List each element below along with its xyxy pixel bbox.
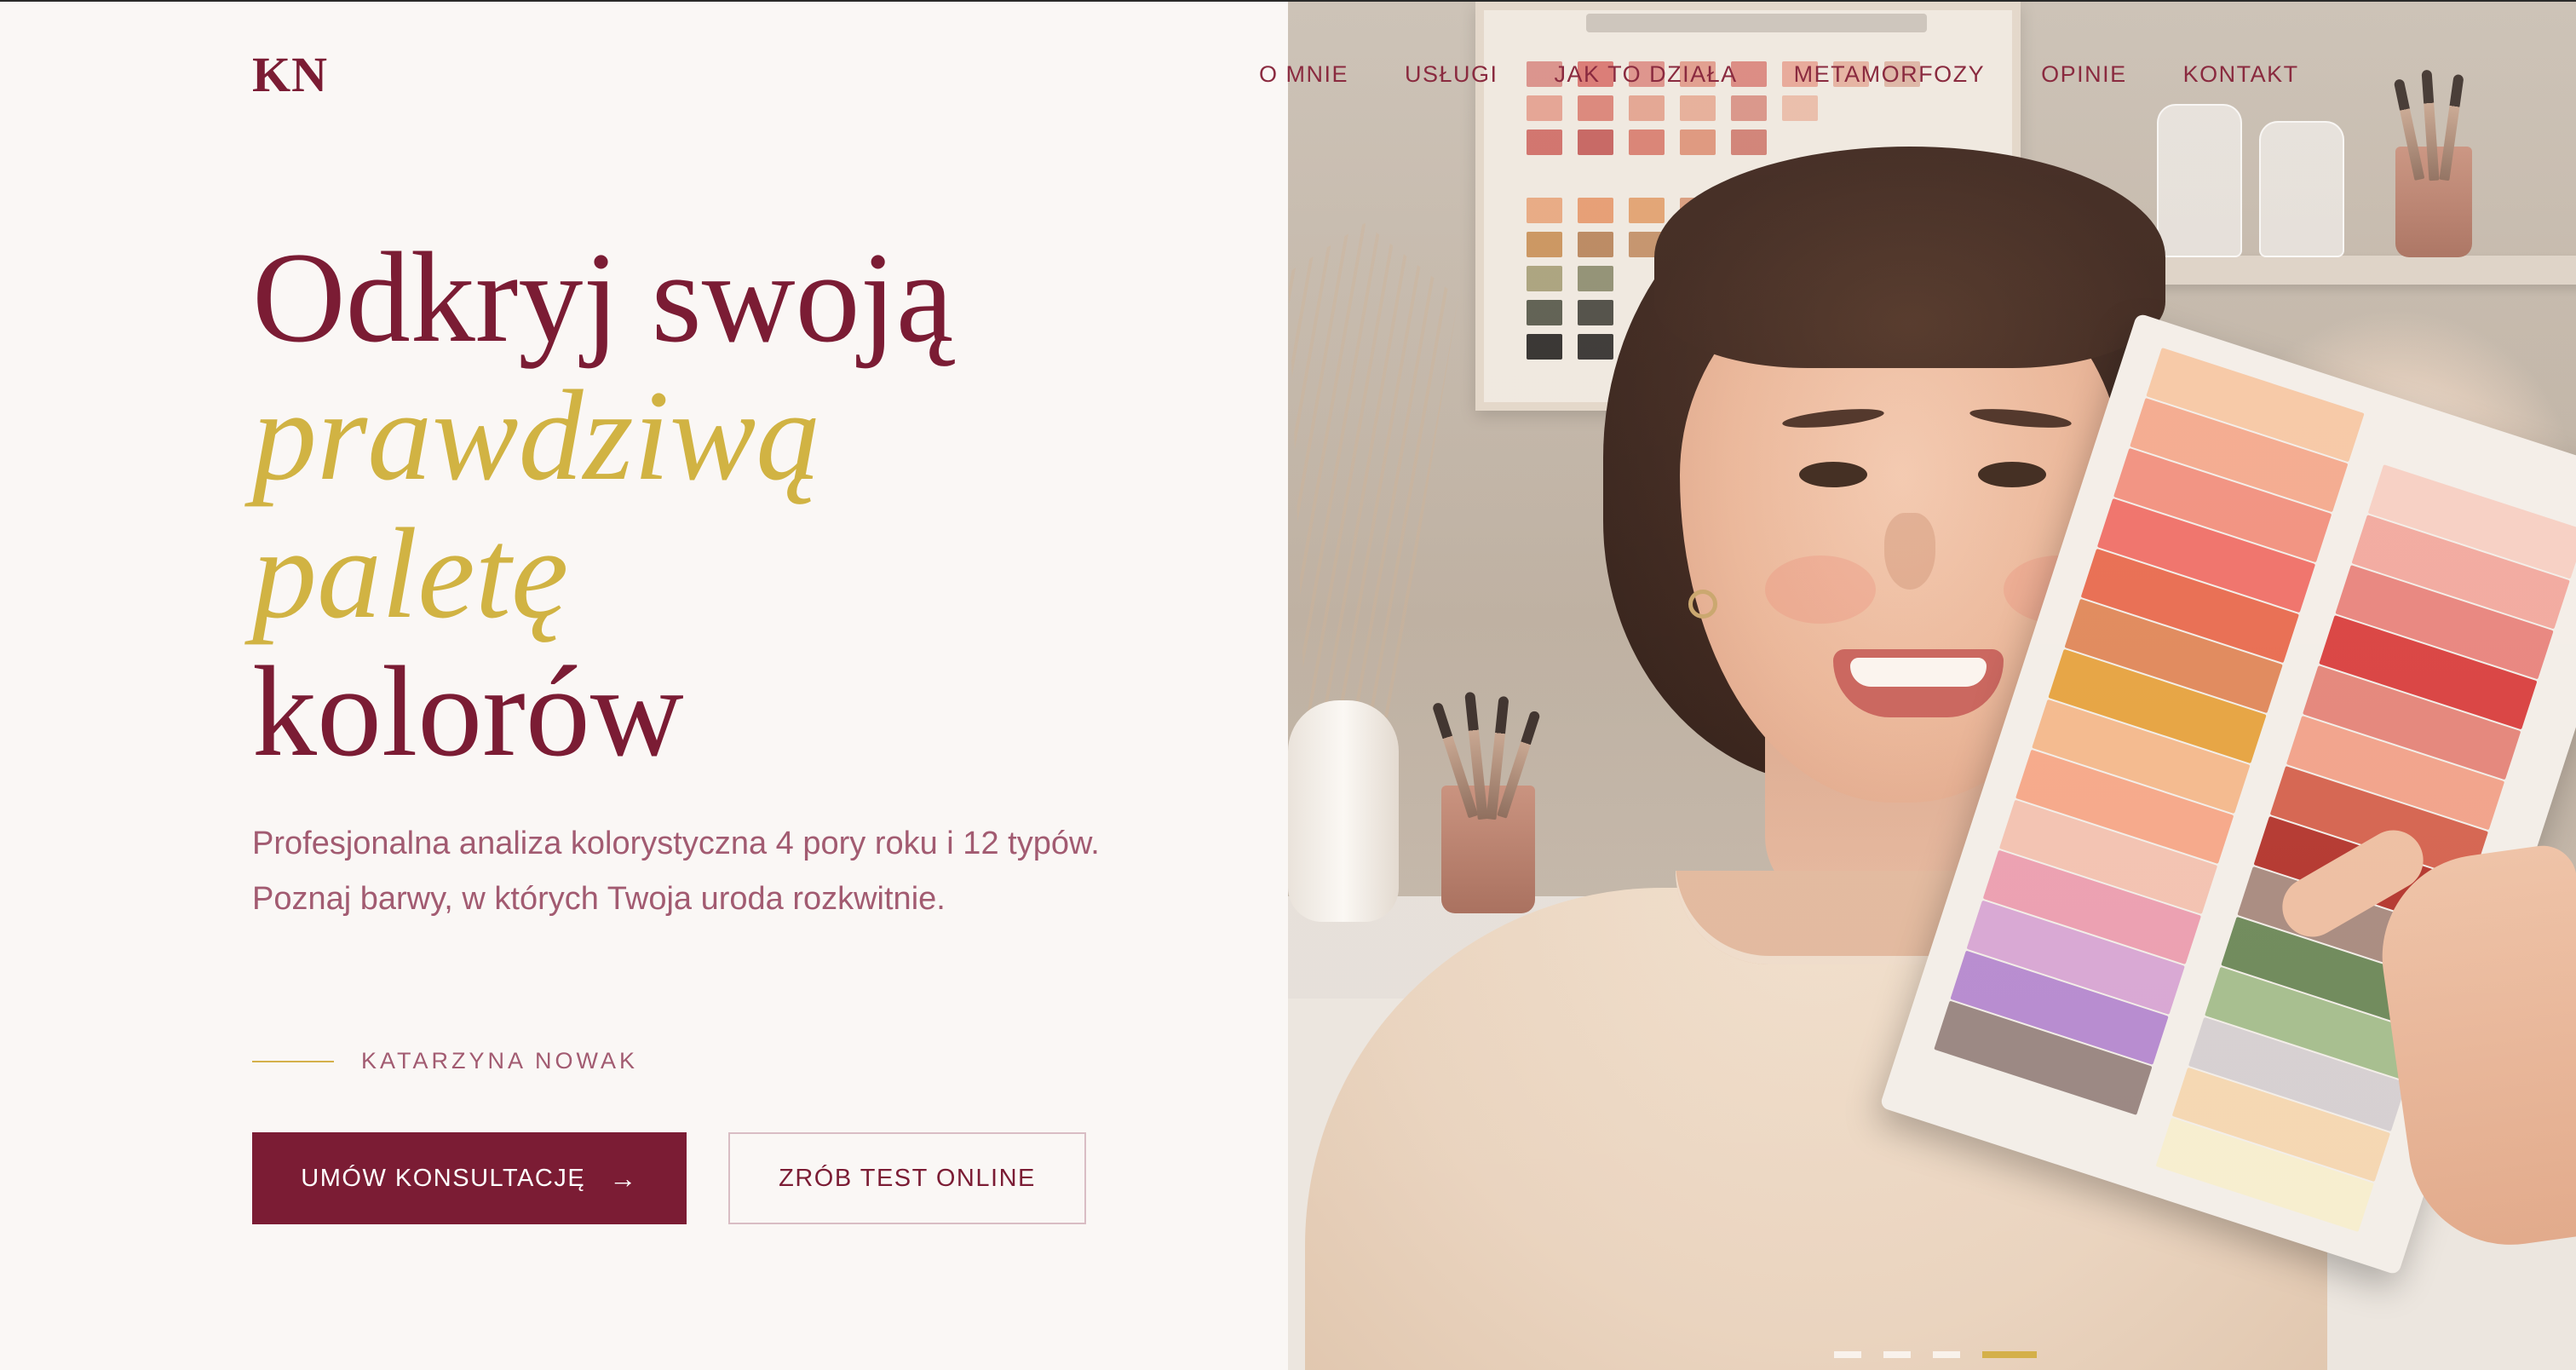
author-signature: KATARZYNA NOWAK xyxy=(252,1048,638,1074)
nav-item-metamorfozy[interactable]: METAMORFOZY xyxy=(1794,61,1985,88)
nav-item-o-mnie[interactable]: O MNIE xyxy=(1259,61,1348,88)
nav-item-jak-to-dziala[interactable]: JAK TO DZIAŁA xyxy=(1555,61,1738,88)
book-consultation-button[interactable]: UMÓW KONSULTACJĘ → xyxy=(252,1132,687,1224)
online-test-button[interactable]: ZRÓB TEST ONLINE xyxy=(728,1132,1086,1224)
main-navigation: O MNIE USŁUGI JAK TO DZIAŁA METAMORFOZY … xyxy=(1259,61,2299,88)
landing-page: KN O MNIE USŁUGI JAK TO DZIAŁA METAMORFO… xyxy=(0,0,2576,1370)
book-consultation-label: UMÓW KONSULTACJĘ xyxy=(301,1164,586,1192)
headline-line-3: paletę xyxy=(252,502,569,645)
signature-divider xyxy=(252,1060,334,1062)
online-test-label: ZRÓB TEST ONLINE xyxy=(779,1164,1036,1192)
site-logo[interactable]: KN xyxy=(252,46,328,103)
nav-item-kontakt[interactable]: KONTAKT xyxy=(2183,61,2299,88)
slider-dot-1[interactable] xyxy=(1834,1351,1861,1358)
author-name: KATARZYNA NOWAK xyxy=(361,1048,639,1074)
slider-indicators xyxy=(1834,1351,2037,1358)
arrow-right-icon: → xyxy=(609,1163,638,1194)
slider-dot-3[interactable] xyxy=(1933,1351,1960,1358)
nav-item-opinie[interactable]: OPINIE xyxy=(2041,61,2127,88)
headline-line-1: Odkryj swoją xyxy=(252,226,954,369)
headline-line-4: kolorów xyxy=(252,640,684,783)
slider-dot-2[interactable] xyxy=(1883,1351,1911,1358)
hero-intro-text: Profesjonalna analiza kolorystyczna 4 po… xyxy=(252,826,1100,917)
nav-item-uslugi[interactable]: USŁUGI xyxy=(1405,61,1498,88)
hero-headline: Odkryj swoją prawdziwą paletę kolorów xyxy=(252,228,953,780)
headline-line-2: prawdziwą xyxy=(252,364,821,507)
slider-dot-4-active[interactable] xyxy=(1982,1351,2037,1358)
hero-photo xyxy=(1288,2,2576,1370)
